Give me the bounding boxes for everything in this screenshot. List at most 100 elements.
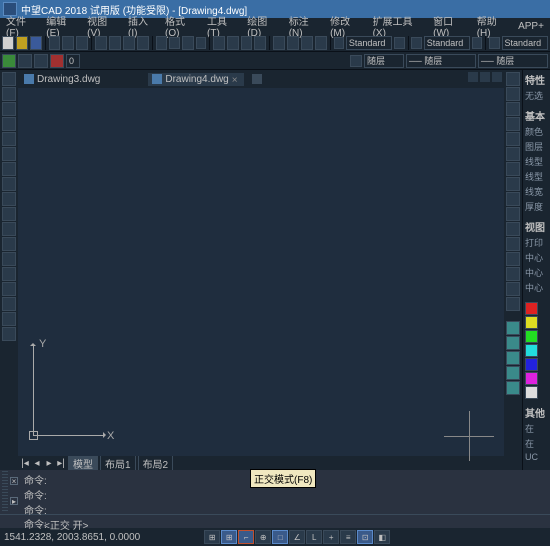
menu-app[interactable]: APP+ xyxy=(518,21,544,32)
dim-tool-icon[interactable] xyxy=(394,37,404,49)
prop-ucs[interactable]: UC xyxy=(525,452,548,462)
extend-icon[interactable] xyxy=(506,222,520,236)
polygon-icon[interactable] xyxy=(2,102,16,116)
publish-icon[interactable] xyxy=(76,36,88,50)
draworder4-icon[interactable] xyxy=(506,366,520,380)
tab-prev-icon[interactable]: ◂ xyxy=(32,458,42,468)
prop-layer[interactable]: 图层 xyxy=(525,140,548,153)
copy-obj-icon[interactable] xyxy=(506,87,520,101)
zoom-icon[interactable] xyxy=(227,36,239,50)
dimstyle-select[interactable]: Standard xyxy=(346,36,392,50)
color-magenta[interactable] xyxy=(525,372,538,385)
draworder3-icon[interactable] xyxy=(506,351,520,365)
new-tab-icon[interactable] xyxy=(252,74,262,84)
join-icon[interactable] xyxy=(506,252,520,266)
text-a-icon[interactable] xyxy=(411,37,421,49)
command-close-icon[interactable]: × xyxy=(10,477,18,485)
linetype-select[interactable]: ── 随层 xyxy=(406,54,476,68)
minimize-icon[interactable] xyxy=(468,72,478,82)
redo-icon[interactable] xyxy=(182,36,194,50)
toolpalette-icon[interactable] xyxy=(301,36,313,50)
zoom-window-icon[interactable] xyxy=(241,36,253,50)
draworder5-icon[interactable] xyxy=(506,381,520,395)
color-select[interactable]: 随层 xyxy=(364,54,404,68)
polar-toggle[interactable]: ⊕ xyxy=(255,530,271,544)
tab-layout1[interactable]: 布局1 xyxy=(100,455,136,472)
move-icon[interactable] xyxy=(506,147,520,161)
rotate-icon[interactable] xyxy=(506,162,520,176)
prop-linetype[interactable]: 线型 xyxy=(525,155,548,168)
snap-toggle[interactable]: ⊞ xyxy=(204,530,220,544)
pline-icon[interactable] xyxy=(2,87,16,101)
explode-icon[interactable] xyxy=(506,297,520,311)
restore-icon[interactable] xyxy=(480,72,490,82)
insert-block-icon[interactable] xyxy=(2,222,16,236)
make-block-icon[interactable] xyxy=(2,237,16,251)
color-red[interactable] xyxy=(525,302,538,315)
matchprop-icon[interactable] xyxy=(137,36,149,50)
gradient-icon[interactable] xyxy=(2,282,16,296)
ellipse-icon[interactable] xyxy=(2,192,16,206)
cycle-toggle[interactable]: ◧ xyxy=(374,530,390,544)
prop-center3[interactable]: 中心 xyxy=(525,281,548,294)
tab-first-icon[interactable]: |◂ xyxy=(20,458,30,468)
close-icon[interactable]: × xyxy=(232,75,240,83)
zoom-prev-icon[interactable] xyxy=(254,36,266,50)
model-toggle[interactable]: ⊡ xyxy=(357,530,373,544)
cut-icon[interactable] xyxy=(95,36,107,50)
chamfer-icon[interactable] xyxy=(506,267,520,281)
grid-toggle[interactable]: ⊞ xyxy=(221,530,237,544)
tab-model[interactable]: 模型 xyxy=(68,455,98,472)
prop-ltscale[interactable]: 线型 xyxy=(525,170,548,183)
undo-dropdown-icon[interactable] xyxy=(169,37,179,49)
layer-color-icon[interactable] xyxy=(50,54,64,68)
properties-icon[interactable] xyxy=(273,36,285,50)
drawing-canvas[interactable]: Y X xyxy=(18,88,504,456)
offset-icon[interactable] xyxy=(506,117,520,131)
draworder-icon[interactable] xyxy=(506,321,520,335)
erase-icon[interactable] xyxy=(506,72,520,86)
save-icon[interactable] xyxy=(30,36,42,50)
ortho-toggle[interactable]: ⌐ xyxy=(238,530,254,544)
mtext-icon[interactable] xyxy=(2,327,16,341)
command-grip-icon[interactable] xyxy=(2,471,8,511)
region-icon[interactable] xyxy=(2,297,16,311)
prop-thickness[interactable]: 厚度 xyxy=(525,200,548,213)
prop-lineweight[interactable]: 线宽 xyxy=(525,185,548,198)
dim-arrow-icon[interactable] xyxy=(334,37,344,49)
lineweight-select[interactable]: ── 随层 xyxy=(478,54,548,68)
color-white[interactable] xyxy=(525,386,538,399)
array-icon[interactable] xyxy=(506,132,520,146)
copy-icon[interactable] xyxy=(109,36,121,50)
otrack-toggle[interactable]: ∠ xyxy=(289,530,305,544)
color-green[interactable] xyxy=(525,330,538,343)
break-icon[interactable] xyxy=(506,237,520,251)
prop-center1[interactable]: 中心 xyxy=(525,251,548,264)
trim-icon[interactable] xyxy=(506,207,520,221)
table-icon[interactable] xyxy=(2,312,16,326)
tablestyle-select[interactable]: Standard xyxy=(502,36,548,50)
revcloud-icon[interactable] xyxy=(2,162,16,176)
color-yellow[interactable] xyxy=(525,316,538,329)
color-blue[interactable] xyxy=(525,358,538,371)
point-icon[interactable] xyxy=(2,252,16,266)
ducs-toggle[interactable]: L xyxy=(306,530,322,544)
layer-color-select[interactable]: 0 xyxy=(66,54,80,68)
tab-last-icon[interactable]: ▸| xyxy=(56,458,66,468)
draworder2-icon[interactable] xyxy=(506,336,520,350)
osnap-toggle[interactable]: □ xyxy=(272,530,288,544)
close-icon[interactable] xyxy=(492,72,502,82)
prop-misc1[interactable]: 在 xyxy=(525,422,548,435)
paste-icon[interactable] xyxy=(123,36,135,50)
hatch-icon[interactable] xyxy=(2,267,16,281)
tab-drawing3[interactable]: Drawing3.dwg xyxy=(20,73,104,86)
prop-center2[interactable]: 中心 xyxy=(525,266,548,279)
arc-icon[interactable] xyxy=(2,132,16,146)
line-icon[interactable] xyxy=(2,72,16,86)
layer-state-icon[interactable] xyxy=(18,54,32,68)
designcenter-icon[interactable] xyxy=(287,36,299,50)
circle-icon[interactable] xyxy=(2,147,16,161)
color-swatch-icon[interactable] xyxy=(350,55,362,67)
prop-misc2[interactable]: 在 xyxy=(525,437,548,450)
lwt-toggle[interactable]: ≡ xyxy=(340,530,356,544)
